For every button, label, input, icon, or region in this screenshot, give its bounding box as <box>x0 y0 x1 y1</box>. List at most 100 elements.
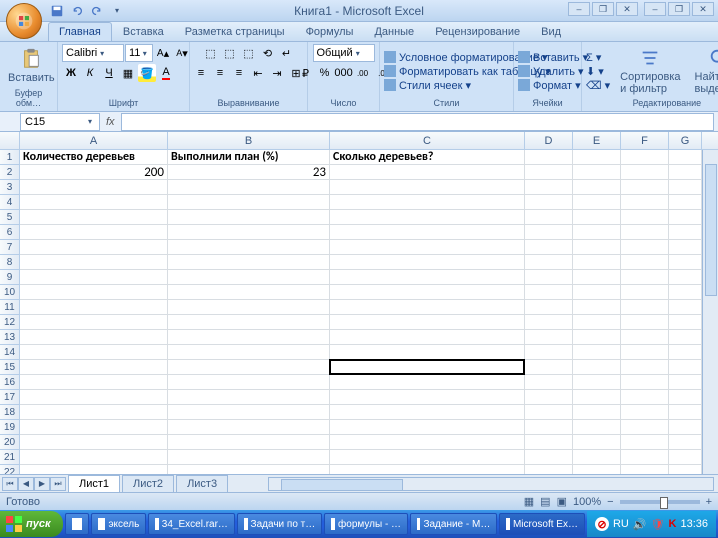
cell-A20[interactable] <box>20 435 168 450</box>
tab-Вставка[interactable]: Вставка <box>113 23 174 41</box>
sort-filter-button[interactable]: Сортировка и фильтр <box>616 45 684 97</box>
col-header-A[interactable]: A <box>20 132 168 149</box>
increase-indent[interactable]: ⇥ <box>268 64 286 82</box>
cell-D4[interactable] <box>525 195 573 210</box>
cell-B16[interactable] <box>168 375 330 390</box>
cell-F10[interactable] <box>621 285 669 300</box>
cell-D19[interactable] <box>525 420 573 435</box>
taskbar-item[interactable] <box>65 513 90 535</box>
cell-B18[interactable] <box>168 405 330 420</box>
col-header-D[interactable]: D <box>525 132 573 149</box>
sheet-tab-Лист2[interactable]: Лист2 <box>122 475 174 492</box>
cell-D6[interactable] <box>525 225 573 240</box>
fill-button[interactable]: ⬇ ▾ <box>586 65 610 78</box>
cell-B9[interactable] <box>168 270 330 285</box>
cell-D18[interactable] <box>525 405 573 420</box>
align-right[interactable]: ≡ <box>230 64 248 82</box>
italic-button[interactable]: К <box>81 64 99 82</box>
bold-button[interactable]: Ж <box>62 64 80 82</box>
cell-F5[interactable] <box>621 210 669 225</box>
minimize-button[interactable]: – <box>568 2 590 16</box>
cell-F19[interactable] <box>621 420 669 435</box>
cell-F20[interactable] <box>621 435 669 450</box>
cell-C18[interactable] <box>330 405 525 420</box>
col-header-C[interactable]: C <box>330 132 525 149</box>
cell-A14[interactable] <box>20 345 168 360</box>
currency-button[interactable]: ₽ <box>297 64 315 82</box>
row-header-17[interactable]: 17 <box>0 390 20 405</box>
cell-B2[interactable]: 23 <box>168 165 330 180</box>
name-box[interactable]: C15▾ <box>20 113 100 131</box>
font-name-select[interactable]: Calibri▾ <box>62 44 124 62</box>
taskbar-item[interactable]: 34_Excel.rar… <box>148 513 235 535</box>
cell-G1[interactable] <box>669 150 702 165</box>
tab-Вид[interactable]: Вид <box>531 23 571 41</box>
row-header-9[interactable]: 9 <box>0 270 20 285</box>
cell-G18[interactable] <box>669 405 702 420</box>
cell-C3[interactable] <box>330 180 525 195</box>
cell-A2[interactable]: 200 <box>20 165 168 180</box>
cell-D13[interactable] <box>525 330 573 345</box>
cell-G12[interactable] <box>669 315 702 330</box>
cell-F4[interactable] <box>621 195 669 210</box>
cell-F16[interactable] <box>621 375 669 390</box>
row-header-22[interactable]: 22 <box>0 465 20 474</box>
cell-G8[interactable] <box>669 255 702 270</box>
taskbar-item[interactable]: формулы - … <box>324 513 408 535</box>
tray-k-icon[interactable]: K <box>669 518 677 530</box>
doc-close-button[interactable]: ✕ <box>692 2 714 16</box>
cell-A3[interactable] <box>20 180 168 195</box>
wrap-text[interactable]: ↵ <box>278 44 296 62</box>
row-header-8[interactable]: 8 <box>0 255 20 270</box>
cell-B11[interactable] <box>168 300 330 315</box>
autosum-button[interactable]: Σ ▾ <box>586 51 610 64</box>
cell-B17[interactable] <box>168 390 330 405</box>
cell-D21[interactable] <box>525 450 573 465</box>
cell-D8[interactable] <box>525 255 573 270</box>
cell-E1[interactable] <box>573 150 621 165</box>
row-header-18[interactable]: 18 <box>0 405 20 420</box>
cell-D5[interactable] <box>525 210 573 225</box>
cell-A17[interactable] <box>20 390 168 405</box>
col-header-F[interactable]: F <box>621 132 669 149</box>
cell-F21[interactable] <box>621 450 669 465</box>
increase-decimal[interactable]: .00 <box>354 64 372 82</box>
tab-Разметка страницы[interactable]: Разметка страницы <box>175 23 295 41</box>
cell-E3[interactable] <box>573 180 621 195</box>
font-color-button[interactable]: A <box>157 64 175 82</box>
cell-G3[interactable] <box>669 180 702 195</box>
cell-E10[interactable] <box>573 285 621 300</box>
zoom-value[interactable]: 100% <box>573 496 601 508</box>
cell-C7[interactable] <box>330 240 525 255</box>
row-header-2[interactable]: 2 <box>0 165 20 180</box>
shrink-font[interactable]: A▾ <box>173 44 191 62</box>
align-top[interactable]: ⬚ <box>202 44 220 62</box>
tray-no-icon[interactable]: ⊘ <box>595 517 609 531</box>
cell-E5[interactable] <box>573 210 621 225</box>
zoom-out[interactable]: − <box>607 496 613 508</box>
qat-customize[interactable]: ▾ <box>108 2 126 20</box>
tray-volume-icon[interactable]: 🔊 <box>633 518 647 531</box>
office-button[interactable] <box>6 3 42 39</box>
cell-D7[interactable] <box>525 240 573 255</box>
sheet-tab-Лист3[interactable]: Лист3 <box>176 475 228 492</box>
cell-B8[interactable] <box>168 255 330 270</box>
vertical-scrollbar[interactable] <box>702 150 718 474</box>
cell-F9[interactable] <box>621 270 669 285</box>
view-normal-icon[interactable]: ▦ <box>524 495 534 508</box>
cell-B7[interactable] <box>168 240 330 255</box>
cell-D10[interactable] <box>525 285 573 300</box>
cell-E8[interactable] <box>573 255 621 270</box>
cell-G21[interactable] <box>669 450 702 465</box>
cell-B14[interactable] <box>168 345 330 360</box>
cell-G2[interactable] <box>669 165 702 180</box>
fx-icon[interactable]: fx <box>106 116 115 128</box>
cell-D22[interactable] <box>525 465 573 474</box>
row-header-4[interactable]: 4 <box>0 195 20 210</box>
cell-G14[interactable] <box>669 345 702 360</box>
cell-B22[interactable] <box>168 465 330 474</box>
cell-F7[interactable] <box>621 240 669 255</box>
cell-C19[interactable] <box>330 420 525 435</box>
sheet-nav-next[interactable]: ▶ <box>34 477 50 491</box>
doc-minimize-button[interactable]: – <box>644 2 666 16</box>
